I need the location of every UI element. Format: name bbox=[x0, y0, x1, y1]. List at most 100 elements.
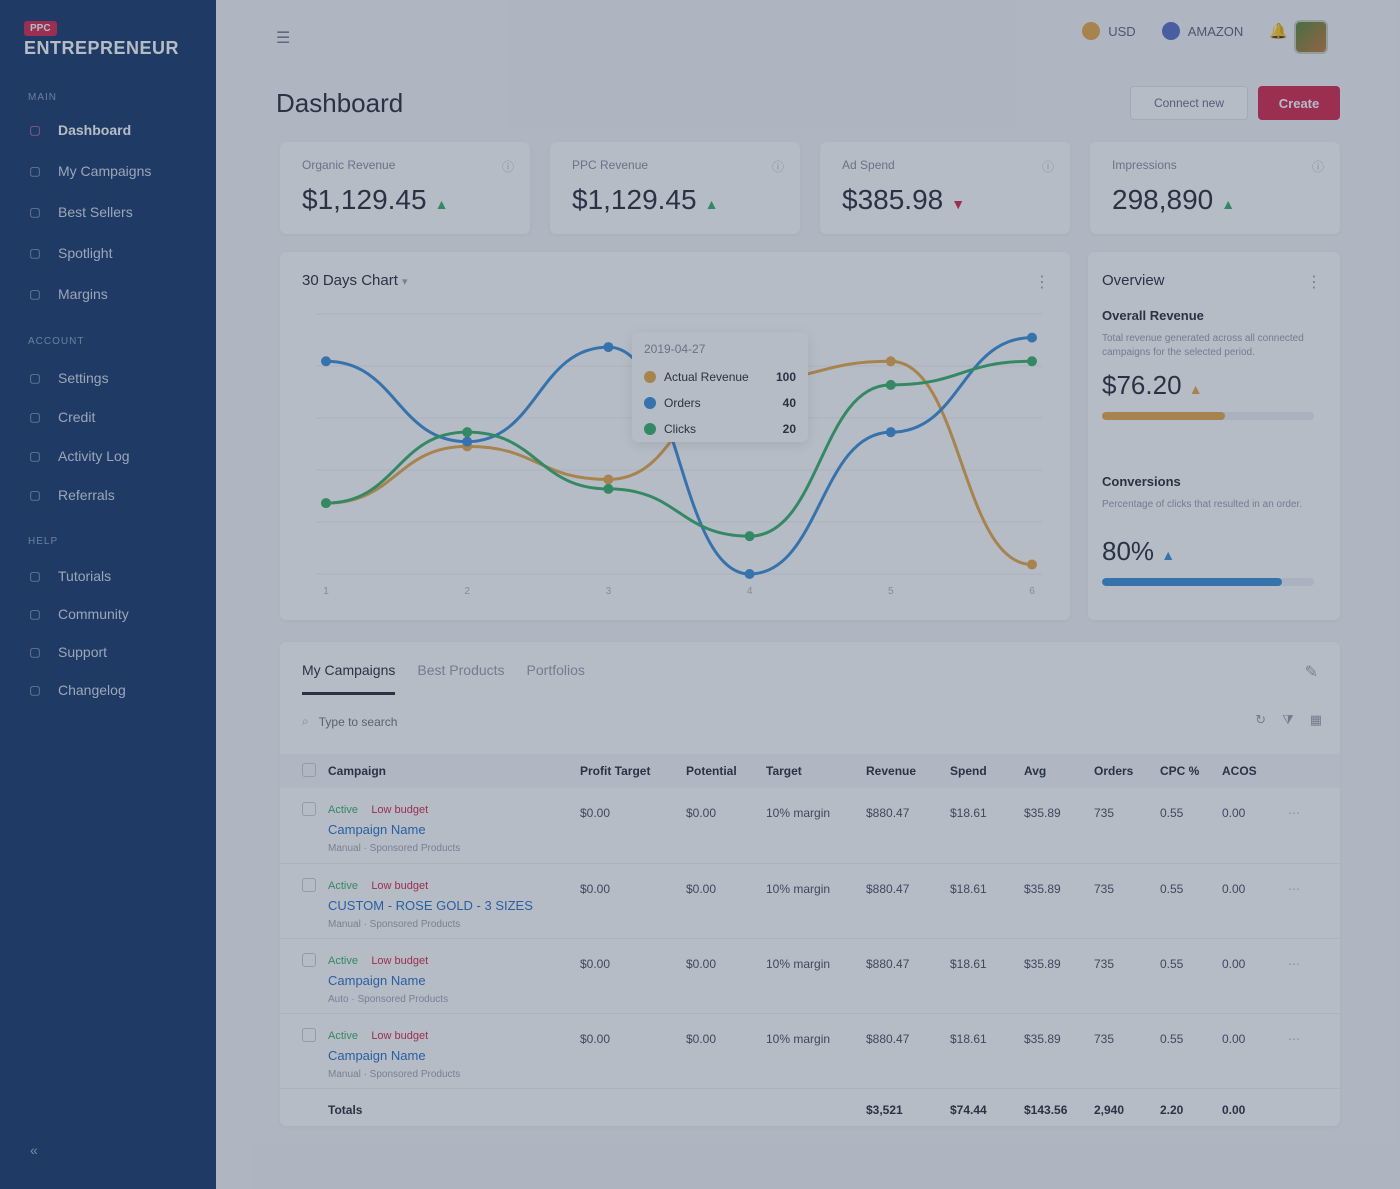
sidebar-item-changelog[interactable]: ▢ Changelog bbox=[26, 678, 125, 702]
data-point[interactable] bbox=[885, 427, 896, 438]
data-point[interactable] bbox=[462, 427, 473, 438]
sidebar-item-dashboard[interactable]: ▢ Dashboard bbox=[26, 118, 131, 142]
campaign-tabs: My Campaigns Best Products Portfolios bbox=[302, 662, 585, 695]
info-icon[interactable]: ⓘ bbox=[502, 158, 514, 175]
cell-profit: $0.00 bbox=[580, 1031, 611, 1046]
campaign-name-link[interactable]: CUSTOM - ROSE GOLD - 3 SIZES bbox=[328, 898, 568, 913]
column-header[interactable]: CPC % bbox=[1154, 754, 1216, 788]
tab-my-campaigns[interactable]: My Campaigns bbox=[302, 662, 396, 695]
sidebar-item-support[interactable]: ▢ Support bbox=[26, 640, 107, 664]
currency-selector[interactable]: USD bbox=[1082, 22, 1136, 40]
sidebar-item-spotlight[interactable]: ▢ Spotlight bbox=[26, 241, 112, 265]
marketplace-selector[interactable]: AMAZON bbox=[1161, 22, 1243, 40]
refresh-icon[interactable]: ↻ bbox=[1255, 712, 1266, 728]
campaigns-card: My Campaigns Best Products Portfolios ✎ ⌕ … bbox=[280, 642, 1340, 1126]
column-header[interactable]: Avg bbox=[1018, 754, 1088, 788]
kpi-value: $385.98 ▼ bbox=[842, 184, 966, 215]
info-icon[interactable]: ⓘ bbox=[1042, 158, 1054, 175]
row-menu-icon[interactable]: ⋯ bbox=[1288, 882, 1300, 896]
sidebar-item-best-sellers[interactable]: ▢ Best Sellers bbox=[26, 200, 132, 224]
sidebar-item-community[interactable]: ▢ Community bbox=[26, 602, 128, 626]
data-point[interactable] bbox=[885, 356, 896, 367]
create-button[interactable]: Create bbox=[1258, 86, 1340, 120]
table-row[interactable]: Active Low budget Campaign Name Manual ·… bbox=[280, 788, 1340, 863]
sidebar-item-settings[interactable]: ▢ Settings bbox=[26, 366, 108, 390]
sidebar-item-label: Support bbox=[58, 644, 108, 660]
trend-up-icon: ▲ bbox=[434, 196, 449, 212]
sidebar-item-activity-log[interactable]: ▢ Activity Log bbox=[26, 444, 129, 468]
data-point[interactable] bbox=[1027, 356, 1037, 367]
tab-best-products[interactable]: Best Products bbox=[417, 662, 504, 695]
row-menu-icon[interactable]: ⋯ bbox=[1288, 1032, 1300, 1046]
more-icon[interactable]: ⋮ bbox=[1306, 272, 1322, 292]
column-header[interactable]: Profit Target bbox=[574, 754, 680, 788]
avatar[interactable] bbox=[1294, 20, 1328, 54]
row-checkbox[interactable] bbox=[302, 877, 316, 892]
edit-icon[interactable]: ✎ bbox=[1305, 662, 1318, 682]
data-point[interactable] bbox=[1027, 559, 1037, 570]
column-header[interactable]: Target bbox=[760, 754, 860, 788]
nav-section-title: Account bbox=[28, 336, 85, 347]
row-menu-icon[interactable]: ⋯ bbox=[1288, 957, 1300, 971]
data-point[interactable] bbox=[1027, 332, 1037, 343]
campaign-name-link[interactable]: Campaign Name bbox=[328, 973, 568, 988]
brand-logo[interactable]: PPC ENTREPRENEUR bbox=[24, 18, 179, 59]
sidebar-item-credit[interactable]: ▢ Credit bbox=[26, 405, 95, 429]
overview-card: Overview ⋮ Overall Revenue Total revenue… bbox=[1088, 252, 1340, 620]
cell-target: 10% margin bbox=[766, 806, 831, 820]
sidebar-item-referrals[interactable]: ▢ Referrals bbox=[26, 483, 114, 507]
data-point[interactable] bbox=[321, 356, 331, 367]
table-search: ⌕ bbox=[302, 714, 519, 729]
search-input[interactable] bbox=[318, 714, 519, 729]
data-point[interactable] bbox=[603, 474, 614, 485]
table-row[interactable]: Active Low budget Campaign Name Auto · S… bbox=[280, 938, 1340, 1013]
tab-portfolios[interactable]: Portfolios bbox=[527, 662, 585, 695]
table-row[interactable]: Active Low budget CUSTOM - ROSE GOLD - 3… bbox=[280, 863, 1340, 938]
info-icon[interactable]: ⓘ bbox=[1312, 158, 1324, 175]
sidebar-item-my-campaigns[interactable]: ▢ My Campaigns bbox=[26, 159, 151, 183]
data-point[interactable] bbox=[321, 498, 331, 509]
row-checkbox[interactable] bbox=[302, 802, 316, 816]
menu-toggle-icon[interactable]: ☰ bbox=[276, 28, 290, 48]
notification-icon[interactable]: 🔔 bbox=[1269, 22, 1288, 40]
data-point[interactable] bbox=[885, 379, 896, 390]
total-avg: $143.56 bbox=[1024, 1103, 1068, 1118]
data-point[interactable] bbox=[603, 483, 614, 494]
chart-title[interactable]: 30 Days Chart ▾ bbox=[302, 272, 408, 289]
cell-cpc: 0.55 bbox=[1160, 881, 1184, 896]
campaign-name-link[interactable]: Campaign Name bbox=[328, 822, 568, 837]
x-tick-label: 3 bbox=[606, 586, 612, 597]
kpi-label: Organic Revenue bbox=[302, 158, 396, 172]
kpi-label: Impressions bbox=[1112, 158, 1177, 172]
filter-icon[interactable]: ⧩ bbox=[1282, 712, 1294, 728]
row-checkbox[interactable] bbox=[302, 952, 316, 967]
sidebar-item-tutorials[interactable]: ▢ Tutorials bbox=[26, 564, 111, 588]
column-header[interactable]: Orders bbox=[1088, 754, 1154, 788]
column-header[interactable]: ACOS bbox=[1216, 754, 1282, 788]
data-point[interactable] bbox=[744, 531, 755, 542]
data-point[interactable] bbox=[744, 569, 755, 579]
collapse-sidebar-icon[interactable]: « bbox=[30, 1142, 38, 1158]
cell-revenue: $880.47 bbox=[866, 1031, 910, 1046]
column-header[interactable]: Potential bbox=[680, 754, 760, 788]
trend-down-icon: ▼ bbox=[951, 196, 966, 212]
overview-block-title: Overall Revenue bbox=[1102, 308, 1204, 323]
campaign-name-link[interactable]: Campaign Name bbox=[328, 1048, 568, 1063]
data-point[interactable] bbox=[462, 436, 473, 447]
select-all-checkbox[interactable] bbox=[302, 762, 316, 777]
row-checkbox[interactable] bbox=[302, 1027, 316, 1042]
column-header[interactable]: Revenue bbox=[860, 754, 944, 788]
info-icon[interactable]: ⓘ bbox=[772, 158, 784, 175]
data-point[interactable] bbox=[603, 342, 614, 353]
column-header[interactable]: Campaign bbox=[322, 754, 574, 788]
sidebar: PPC ENTREPRENEUR Main ▢ Dashboard ▢ My Campa… bbox=[0, 0, 216, 1189]
row-menu-icon[interactable]: ⋯ bbox=[1288, 806, 1300, 820]
budget-badge: Low budget bbox=[371, 879, 429, 892]
connect-button[interactable]: Connect new bbox=[1130, 86, 1248, 120]
column-header[interactable]: Spend bbox=[944, 754, 1018, 788]
table-row[interactable]: Active Low budget Campaign Name Manual ·… bbox=[280, 1013, 1340, 1088]
sidebar-item-margins[interactable]: ▢ Margins bbox=[26, 282, 107, 306]
columns-icon[interactable]: ▦ bbox=[1310, 712, 1322, 728]
status-badge: Active bbox=[328, 879, 358, 892]
more-icon[interactable]: ⋮ bbox=[1034, 272, 1050, 292]
